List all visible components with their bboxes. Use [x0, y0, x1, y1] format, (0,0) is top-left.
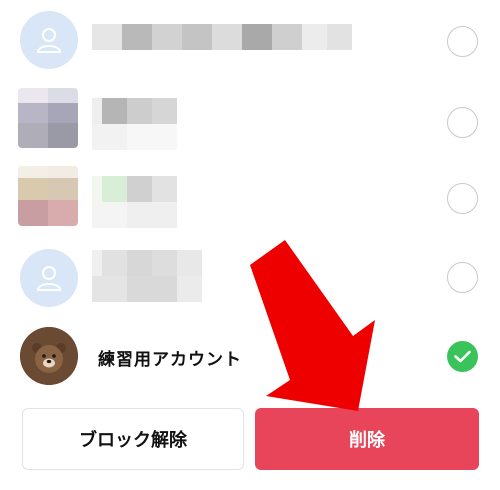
blurred-contact-name: [92, 24, 352, 50]
select-radio[interactable]: [447, 262, 478, 293]
default-avatar-icon: [20, 11, 78, 69]
contact-row[interactable]: [0, 0, 500, 80]
select-radio[interactable]: [447, 26, 478, 57]
contact-row[interactable]: [0, 160, 500, 240]
contact-row[interactable]: [0, 240, 500, 320]
default-avatar-icon: [20, 249, 78, 307]
delete-button[interactable]: 削除: [255, 408, 479, 470]
pixelated-avatar-photo: [18, 166, 78, 226]
checked-radio-icon[interactable]: [447, 341, 478, 372]
contact-row[interactable]: [0, 80, 500, 160]
select-radio[interactable]: [447, 107, 478, 138]
unblock-button[interactable]: ブロック解除: [22, 408, 244, 470]
brown-bear-icon: [20, 327, 78, 385]
select-radio[interactable]: [447, 183, 478, 214]
blurred-contact-name: [92, 176, 177, 232]
pixelated-avatar-photo: [18, 88, 78, 148]
blurred-contact-name: [92, 250, 202, 302]
contact-row-selected[interactable]: 練習用アカウント: [0, 320, 500, 400]
contact-name: 練習用アカウント: [98, 350, 242, 370]
blurred-contact-name: [92, 98, 177, 154]
